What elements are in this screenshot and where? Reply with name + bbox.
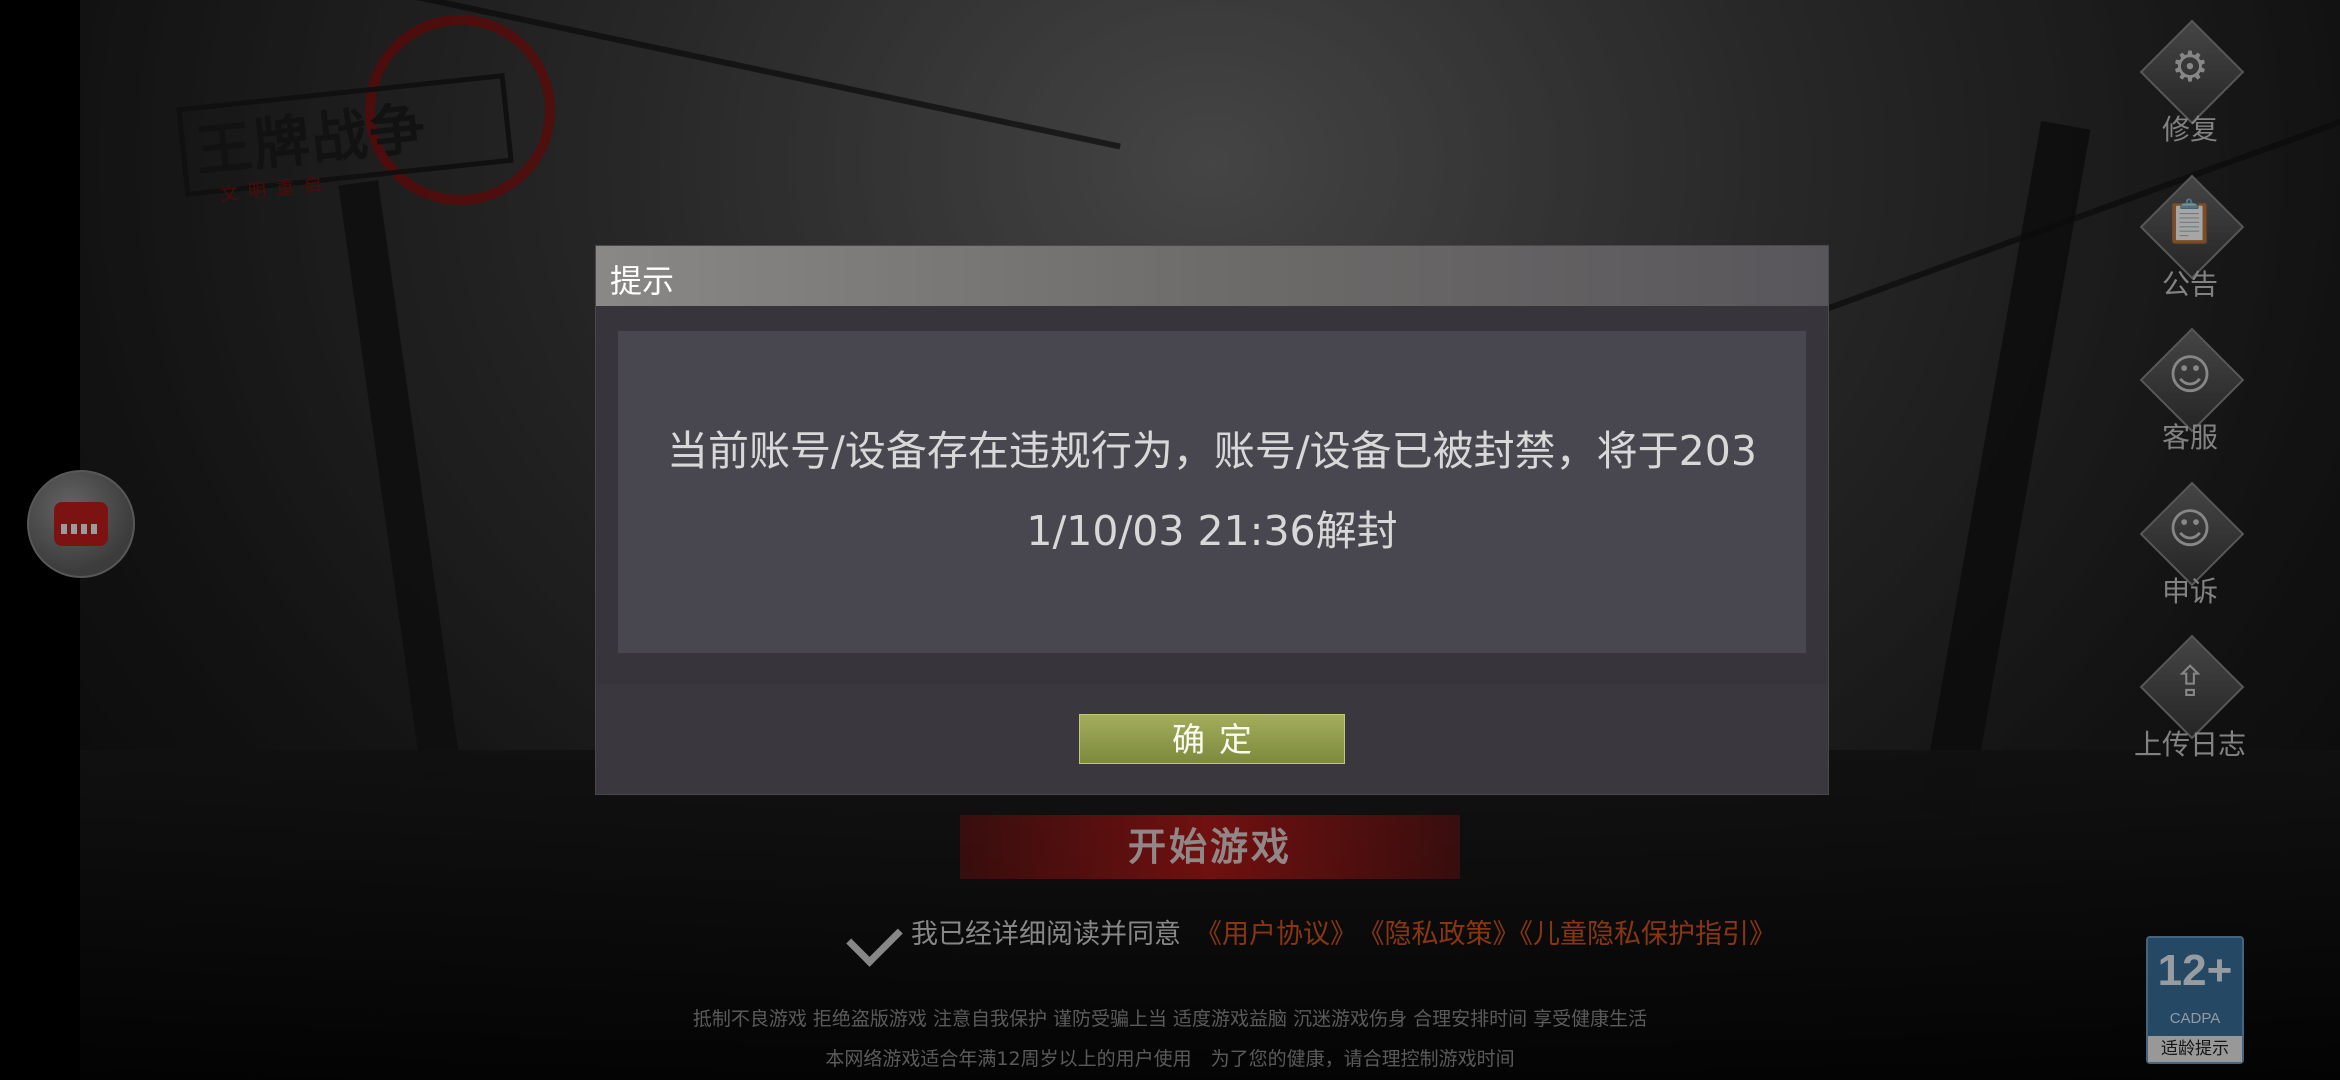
- dialog-title: 提示: [610, 262, 675, 300]
- dialog-titlebar: [596, 246, 1828, 306]
- dialog-message: 当前账号/设备存在违规行为，账号/设备已被封禁，将于203 1/10/03 21…: [618, 411, 1806, 571]
- ok-button[interactable]: 确定: [1079, 714, 1345, 764]
- dialog-body: 当前账号/设备存在违规行为，账号/设备已被封禁，将于203 1/10/03 21…: [618, 331, 1806, 653]
- dialog-message-line2: 1/10/03 21:36解封: [1026, 507, 1398, 555]
- ban-notice-dialog: 提示 当前账号/设备存在违规行为，账号/设备已被封禁，将于203 1/10/03…: [595, 245, 1829, 795]
- dialog-message-line1: 当前账号/设备存在违规行为，账号/设备已被封禁，将于203: [667, 427, 1757, 475]
